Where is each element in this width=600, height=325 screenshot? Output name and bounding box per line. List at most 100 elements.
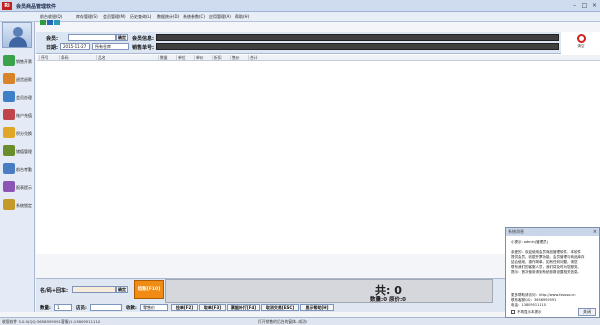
dont-show-again-checkbox[interactable] [511, 310, 515, 314]
status-version: 收银软件 3.0.0(QQ:3656959591客服)1:13809511110 [2, 319, 101, 324]
status-bar: 收银软件 3.0.0(QQ:3656959591客服)1:13809511110… [0, 317, 600, 325]
menu-item-inventory[interactable]: 库存管理(S) [76, 14, 98, 20]
clear-label: 清空 [577, 44, 585, 48]
sidebar-item-lock[interactable]: 系统锁定 [1, 196, 34, 214]
popup-close-button[interactable]: 关闭 [578, 308, 596, 316]
clear-button[interactable]: 清空 [565, 33, 597, 53]
date-picker[interactable]: 2015-11-27 [60, 43, 90, 50]
barcode-input[interactable] [72, 286, 116, 293]
member-info-label: 会员信息: [132, 36, 154, 42]
popup-close-icon[interactable]: × [593, 228, 597, 236]
avatar-head [13, 27, 23, 37]
column-header[interactable]: 序号 [39, 55, 59, 61]
quantity-input[interactable]: 1 [54, 304, 72, 311]
sidebar-item-label: 报表提示 [16, 185, 32, 190]
no-entry-icon [576, 34, 586, 43]
menu-item-statistics[interactable]: 数据统计(D) [157, 14, 179, 20]
user-avatar-icon[interactable] [2, 22, 32, 48]
window-title: 会员商品管理软件 [16, 4, 57, 10]
retrieve-order-button[interactable]: 取单[F3] [199, 304, 226, 311]
blue-square-icon[interactable] [47, 20, 53, 25]
sidebar-item-recharge[interactable]: 账户充值 [1, 106, 34, 124]
menu-item-history[interactable]: 历史查询(L) [130, 14, 151, 20]
hold-order-button[interactable]: 挂单[F2] [171, 304, 198, 311]
column-header[interactable]: 数量 [158, 55, 176, 61]
cyan-square-icon[interactable] [54, 20, 60, 25]
sidebar-item-label: 前台考勤 [16, 167, 32, 172]
total-panel [165, 279, 493, 303]
checkout-header-form: 会员: 确定 会员信息: 日期: 2015-11-27 所有仓库 销售单号: [36, 32, 561, 54]
sidebar-item-label: 退货退款 [16, 77, 32, 82]
barcode-label: 名/码+回车: [40, 288, 69, 294]
popup-text-line: 电话：13809511110 [511, 303, 546, 307]
member-confirm-button[interactable]: 确定 [116, 34, 128, 41]
sidebar-item-label: 储值管理 [16, 149, 32, 154]
column-header[interactable]: 单位 [176, 55, 194, 61]
green-square-icon[interactable] [40, 20, 46, 25]
clerk-select[interactable] [90, 304, 122, 311]
return-icon [3, 73, 15, 84]
discount-label: 数量: [40, 306, 51, 311]
pay-button[interactable]: 结账[F10] [134, 280, 164, 299]
sidebar-item-points[interactable]: 积分兑换 [1, 124, 34, 142]
sidebar-item-report[interactable]: 报表提示 [1, 178, 34, 196]
attendance-icon [3, 163, 15, 174]
sidebar-item-label: 销售开票 [16, 59, 32, 64]
main-content [36, 32, 600, 254]
sidebar: 销售开票 退货退款 会员办理 账户充值 积分兑换 储值管理 前台考勤 报表提示 … [0, 22, 35, 312]
items-table-header: 序号 条码 品名 数量 单位 单价 折扣 售价 合计 [37, 55, 600, 61]
column-header[interactable]: 单价 [194, 55, 212, 61]
date-label: 日期: [46, 45, 58, 51]
reprint-receipt-button[interactable]: 票据补打[F4] [227, 304, 260, 311]
show-help-button[interactable]: 显示帮助[H] [300, 304, 334, 311]
sidebar-item-label: 积分兑换 [16, 131, 32, 136]
member-label: 会员: [46, 36, 58, 42]
dont-show-again-label: 不再显示本提示 [517, 310, 542, 314]
barcode-confirm-button[interactable]: 确定 [116, 286, 128, 293]
menu-item-settings[interactable]: 系统参数(C) [183, 14, 205, 20]
minimize-button[interactable]: – [570, 1, 579, 10]
menu-bar: 前台收银(Q) 库存管理(S) 会员管理(M) 历史查询(L) 数据统计(D) … [0, 12, 600, 22]
member-info-field [156, 34, 559, 41]
title-bar: Ri 会员商品管理软件 – □ × [0, 0, 600, 12]
maximize-button[interactable]: □ [580, 1, 589, 10]
menu-item-apps[interactable]: 应用管理(A) [209, 14, 231, 20]
recharge-icon [3, 109, 15, 120]
sidebar-item-label: 账户充值 [16, 113, 32, 118]
sales-no-field [156, 43, 559, 50]
pen-icon [3, 145, 15, 156]
sidebar-item-label: 会员办理 [16, 95, 32, 100]
column-header[interactable]: 售价 [230, 55, 248, 61]
quantity-summary: 数量:0 原价:0 [370, 297, 406, 303]
sales-no-label: 销售单号: [132, 45, 154, 51]
member-icon [3, 91, 15, 102]
sidebar-item-returns[interactable]: 退货退款 [1, 70, 34, 88]
price-type-select[interactable]: 零售价 [140, 304, 168, 311]
member-input[interactable] [68, 34, 116, 41]
app-icon: Ri [2, 2, 12, 10]
lock-icon [3, 199, 15, 210]
sidebar-item-label: 系统锁定 [16, 203, 32, 208]
report-icon [3, 181, 15, 192]
column-header[interactable]: 合计 [248, 55, 268, 61]
popup-text-line: 小提示: admin(管理员) [511, 240, 548, 244]
column-header[interactable]: 品名 [96, 55, 158, 61]
column-header[interactable]: 条码 [59, 55, 96, 61]
menu-item-help[interactable]: 帮助(H) [235, 14, 249, 20]
sidebar-item-sales[interactable]: 销售开票 [1, 52, 34, 70]
system-message-popup: 系统消息 × 小提示: admin(管理员) 亲爱的：欢迎使用会员商品管理软件，… [505, 227, 600, 318]
sidebar-item-attendance[interactable]: 前台考勤 [1, 160, 34, 178]
money-icon [3, 55, 15, 66]
close-window-button[interactable]: × [590, 1, 599, 10]
warehouse-select[interactable]: 所有仓库 [92, 43, 129, 50]
cancel-transaction-button[interactable]: 取消交易[ESC] [261, 304, 299, 311]
price-type-label: 收款: [126, 306, 137, 311]
avatar-body [9, 37, 27, 47]
sidebar-item-stored-value[interactable]: 储值管理 [1, 142, 34, 160]
popup-text-line: 提示：首次使用请到系统参数设置相关信息。 [511, 270, 581, 274]
menu-item-members[interactable]: 会员管理(M) [103, 14, 126, 20]
sidebar-item-member-register[interactable]: 会员办理 [1, 88, 34, 106]
gift-icon [3, 127, 15, 138]
column-header[interactable]: 折扣 [212, 55, 230, 61]
status-message: 打开销售的后台的窗体..成功! [258, 319, 308, 324]
